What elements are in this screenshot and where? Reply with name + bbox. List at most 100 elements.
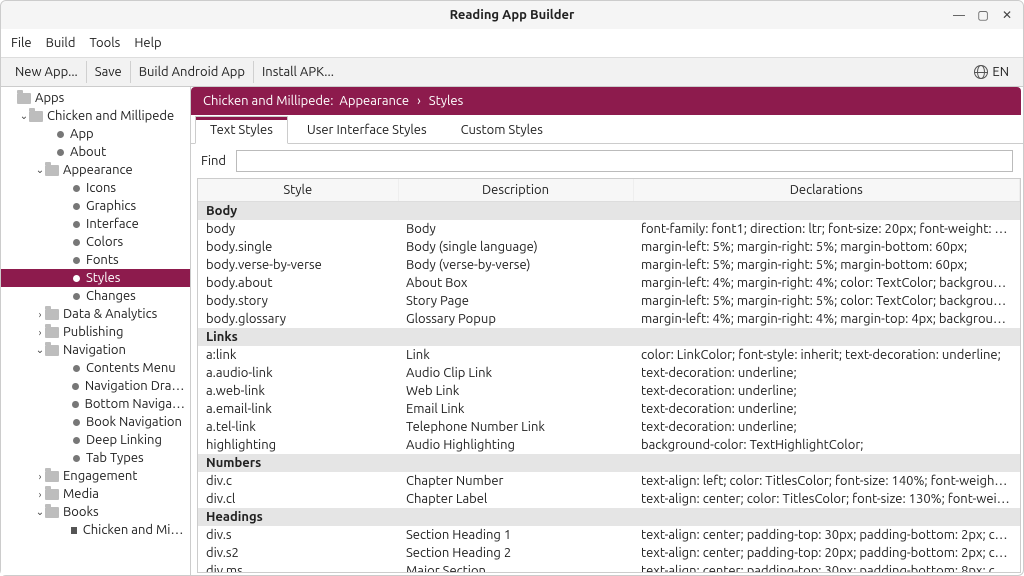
tree-item-label: Publishing	[63, 325, 124, 339]
tree-item[interactable]: About	[1, 143, 190, 161]
cell-style: div.c	[198, 472, 398, 490]
menu-build[interactable]: Build	[46, 36, 76, 50]
bullet-icon	[72, 401, 78, 408]
find-input[interactable]	[236, 150, 1013, 172]
tree-item[interactable]: Chicken and Millipede	[1, 521, 190, 539]
breadcrumb-page[interactable]: Styles	[429, 94, 463, 108]
install-apk-button[interactable]: Install APK...	[254, 61, 342, 83]
chevron-right-icon[interactable]: ›	[35, 471, 45, 482]
table-row[interactable]: div.s2Section Heading 2text-align: cente…	[198, 544, 1020, 562]
bullet-icon	[73, 239, 80, 246]
titlebar: Reading App Builder — ▢ ✕	[1, 1, 1023, 29]
chevron-down-icon[interactable]: ⌄	[35, 164, 45, 176]
breadcrumb-section[interactable]: Appearance	[339, 94, 409, 108]
language-button[interactable]: EN	[966, 61, 1017, 83]
tree-item[interactable]: ›Data & Analytics	[1, 305, 190, 323]
chevron-right-icon[interactable]: ›	[35, 489, 45, 500]
tree-item[interactable]: Deep Linking	[1, 431, 190, 449]
table-row[interactable]: body.storyStory Pagemargin-left: 5%; mar…	[198, 292, 1020, 310]
tree-item[interactable]: Apps	[1, 89, 190, 107]
bullet-icon	[73, 257, 80, 264]
tree-item[interactable]: ⌄Appearance	[1, 161, 190, 179]
tree-item[interactable]: Styles	[1, 269, 190, 287]
build-android-button[interactable]: Build Android App	[131, 61, 254, 83]
tree-item[interactable]: ⌄Books	[1, 503, 190, 521]
cell-description: Link	[398, 346, 633, 364]
tab-text-styles[interactable]: Text Styles	[195, 116, 288, 144]
tree-item[interactable]: Fonts	[1, 251, 190, 269]
tree-item[interactable]: Icons	[1, 179, 190, 197]
table-row[interactable]: body.glossaryGlossary Popupmargin-left: …	[198, 310, 1020, 328]
chevron-right-icon[interactable]: ›	[35, 309, 45, 320]
col-description[interactable]: Description	[398, 179, 633, 202]
table-row[interactable]: highlightingAudio Highlightingbackground…	[198, 436, 1020, 454]
tree-item[interactable]: ⌄Navigation	[1, 341, 190, 359]
table-row[interactable]: body.aboutAbout Boxmargin-left: 4%; marg…	[198, 274, 1020, 292]
window-title: Reading App Builder	[450, 8, 575, 22]
chevron-down-icon[interactable]: ⌄	[35, 506, 45, 518]
cell-description: About Box	[398, 274, 633, 292]
table-row[interactable]: bodyBodyfont-family: font1; direction: l…	[198, 220, 1020, 238]
tree-item[interactable]: › Publishing	[1, 323, 190, 341]
tree-item[interactable]: › Media	[1, 485, 190, 503]
tree-item[interactable]: Navigation Drawer	[1, 377, 190, 395]
maximize-button[interactable]: ▢	[973, 5, 993, 25]
new-app-button[interactable]: New App...	[7, 61, 87, 83]
project-tree[interactable]: Apps⌄Chicken and MillipedeAppAbout⌄Appea…	[1, 87, 191, 575]
table-row[interactable]: body.singleBody (single language)margin-…	[198, 238, 1020, 256]
bullet-icon	[73, 455, 80, 462]
cell-description: Glossary Popup	[398, 310, 633, 328]
tree-item[interactable]: App	[1, 125, 190, 143]
cell-declarations: text-decoration: underline;	[633, 418, 1020, 436]
tree-item[interactable]: Contents Menu	[1, 359, 190, 377]
table-row[interactable]: body.verse-by-verseBody (verse-by-verse)…	[198, 256, 1020, 274]
cell-description: Audio Highlighting	[398, 436, 633, 454]
cell-description: Audio Clip Link	[398, 364, 633, 382]
tab-custom-styles[interactable]: Custom Styles	[446, 116, 558, 144]
menu-help[interactable]: Help	[134, 36, 161, 50]
tree-item[interactable]: Changes	[1, 287, 190, 305]
save-button[interactable]: Save	[87, 61, 131, 83]
chevron-right-icon[interactable]: ›	[35, 327, 45, 338]
chevron-down-icon[interactable]: ⌄	[35, 344, 45, 356]
col-declarations[interactable]: Declarations	[633, 179, 1020, 202]
cell-style: div.ms	[198, 562, 398, 572]
minimize-button[interactable]: —	[949, 5, 969, 25]
close-button[interactable]: ✕	[997, 5, 1017, 25]
cell-style: body.single	[198, 238, 398, 256]
table-row[interactable]: div.cChapter Numbertext-align: left; col…	[198, 472, 1020, 490]
cell-description: Web Link	[398, 382, 633, 400]
menu-tools[interactable]: Tools	[89, 36, 120, 50]
table-row[interactable]: a:linkLinkcolor: LinkColor; font-style: …	[198, 346, 1020, 364]
tree-item[interactable]: Graphics	[1, 197, 190, 215]
tree-item-label: Media	[63, 487, 99, 501]
styles-table[interactable]: Style Description Declarations BodybodyB…	[198, 179, 1020, 572]
tree-item[interactable]: Colors	[1, 233, 190, 251]
cell-description: Body (single language)	[398, 238, 633, 256]
tab-ui-styles[interactable]: User Interface Styles	[292, 116, 442, 144]
table-row[interactable]: div.clChapter Labeltext-align: center; c…	[198, 490, 1020, 508]
tree-item-label: Fonts	[86, 253, 119, 267]
col-style[interactable]: Style	[198, 179, 398, 202]
table-row[interactable]: a.tel-linkTelephone Number Linktext-deco…	[198, 418, 1020, 436]
tree-item[interactable]: Book Navigation	[1, 413, 190, 431]
table-row[interactable]: a.web-linkWeb Linktext-decoration: under…	[198, 382, 1020, 400]
document-icon	[71, 527, 77, 534]
tree-item[interactable]: ›Engagement	[1, 467, 190, 485]
tree-item[interactable]: ⌄Chicken and Millipede	[1, 107, 190, 125]
table-row[interactable]: div.sSection Heading 1text-align: center…	[198, 526, 1020, 544]
cell-declarations: text-decoration: underline;	[633, 400, 1020, 418]
table-row[interactable]: a.email-linkEmail Linktext-decoration: u…	[198, 400, 1020, 418]
table-row[interactable]: a.audio-linkAudio Clip Linktext-decorati…	[198, 364, 1020, 382]
tree-item[interactable]: Tab Types	[1, 449, 190, 467]
tree-item[interactable]: Interface	[1, 215, 190, 233]
folder-icon	[29, 111, 43, 122]
tree-item[interactable]: Bottom Navigation	[1, 395, 190, 413]
chevron-down-icon[interactable]: ⌄	[19, 110, 29, 122]
cell-description: Section Heading 1	[398, 526, 633, 544]
table-row[interactable]: div.msMajor Sectiontext-align: center; p…	[198, 562, 1020, 572]
tree-item-label: Tab Types	[86, 451, 144, 465]
tree-item-label: Chicken and Millipede	[83, 523, 186, 537]
table-group: Headings	[198, 508, 1020, 526]
menu-file[interactable]: File	[11, 36, 32, 50]
